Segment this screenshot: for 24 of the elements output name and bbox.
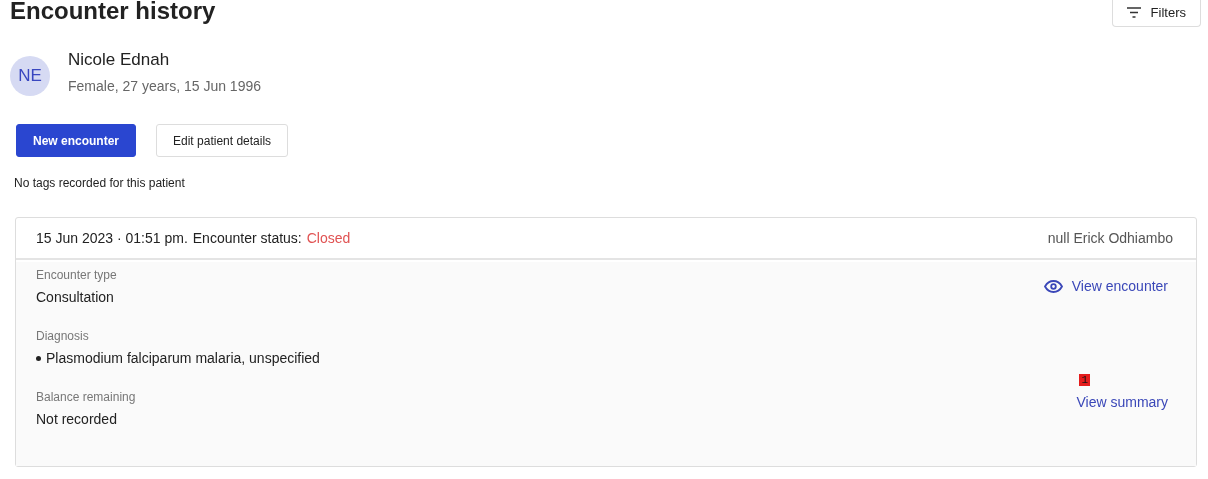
patient-avatar: NE [10,56,50,96]
tags-note: No tags recorded for this patient [13,175,186,190]
filter-icon [1126,7,1141,18]
field-label: Diagnosis [36,329,90,343]
field-value: Consultation [36,289,115,305]
bullet-icon [36,355,41,361]
encounter-datetime: 15 Jun 2023 · 01:51 pm. [36,230,188,246]
status-label: Encounter status: [192,230,302,246]
field-value: Not recorded [36,411,118,427]
marker-badge: 1 [1079,374,1091,386]
view-encounter-link[interactable]: View encounter [1043,278,1168,294]
filters-button[interactable]: Filters [1111,0,1201,27]
eye-icon [1043,279,1063,293]
patient-details: Female, 27 years, 15 Jun 1996 [68,78,261,94]
clinician-name: null Erick Odhiambo [1047,230,1173,246]
field-label: Encounter type [36,268,118,282]
new-encounter-button[interactable]: New encounter [16,124,136,157]
edit-patient-button[interactable]: Edit patient details [156,124,289,157]
page-title: Encounter history [10,0,216,25]
field-label: Balance remaining [36,390,137,404]
encounter-status: Closed [306,230,351,246]
field-value: Plasmodium falciparum malaria, unspecified [46,350,320,366]
view-summary-link[interactable]: View summary [1076,394,1168,410]
patient-name: Nicole Ednah [68,50,171,70]
